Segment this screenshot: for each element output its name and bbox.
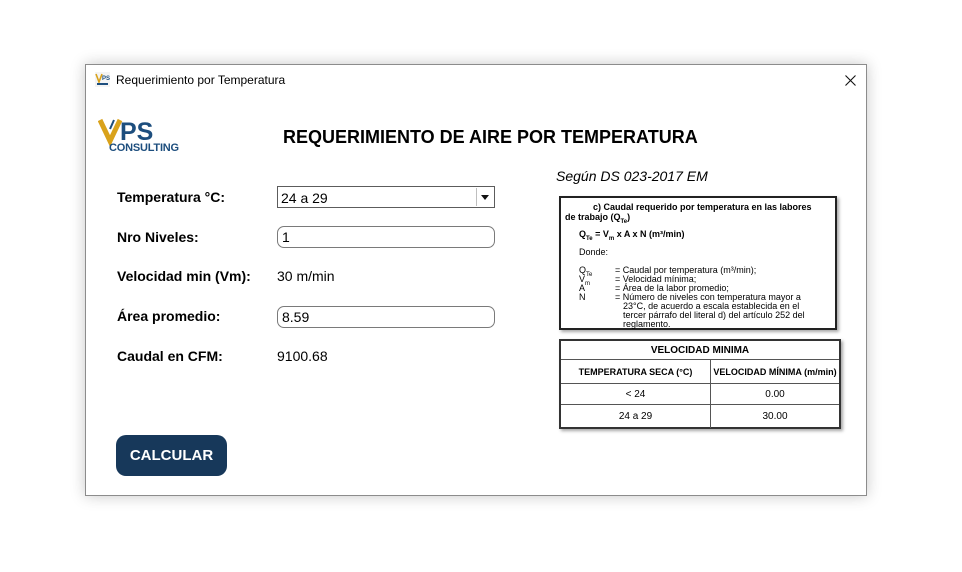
table-cell-temp: < 24 bbox=[561, 384, 711, 405]
reference-source: Según DS 023-2017 EM bbox=[556, 168, 708, 184]
table-row: 24 a 29 30.00 bbox=[561, 404, 839, 428]
table-header-temp: TEMPERATURA SECA (°C) bbox=[561, 360, 711, 384]
table-cell-temp: 24 a 29 bbox=[561, 405, 711, 428]
temperatura-select-value: 24 a 29 bbox=[281, 190, 328, 206]
table-row: < 24 0.00 bbox=[561, 383, 839, 405]
table-header-vel: VELOCIDAD MÍNIMA (m/min) bbox=[713, 367, 837, 377]
caudal-value: 9100.68 bbox=[277, 348, 328, 364]
close-button[interactable] bbox=[834, 65, 866, 95]
table-title: VELOCIDAD MINIMA bbox=[650, 344, 750, 356]
def-n-cont3: reglamento. bbox=[623, 319, 671, 329]
logo-text: CONSULTING bbox=[109, 142, 179, 154]
table-cell-vel: 0.00 bbox=[765, 389, 785, 400]
dropdown-arrow[interactable] bbox=[476, 188, 493, 206]
app-window: PS Requerimiento por Temperatura PS CONS… bbox=[85, 64, 867, 496]
title-bar: PS Requerimiento por Temperatura bbox=[86, 65, 866, 95]
excerpt-title-line1: c) Caudal requerido por temperatura en l… bbox=[593, 202, 812, 212]
velocidad-label: Velocidad min (Vm): bbox=[117, 268, 251, 284]
page-title: REQUERIMIENTO DE AIRE POR TEMPERATURA bbox=[283, 127, 698, 147]
area-input[interactable]: 8.59 bbox=[277, 306, 495, 328]
temperatura-select[interactable]: 24 a 29 bbox=[277, 186, 495, 208]
def-n: N bbox=[579, 292, 586, 302]
velocidad-value: 30 m/min bbox=[277, 268, 335, 284]
calcular-button[interactable]: CALCULAR bbox=[116, 435, 227, 476]
table-header-row: TEMPERATURA SECA (°C) VELOCIDAD MÍNIMA (… bbox=[561, 359, 839, 384]
excerpt-donde: Donde: bbox=[579, 247, 609, 257]
chevron-down-icon bbox=[481, 194, 489, 200]
svg-text:PS: PS bbox=[102, 76, 110, 82]
close-icon bbox=[844, 74, 856, 86]
excerpt-title-line2: de trabajo (QTe) bbox=[565, 212, 631, 225]
regulation-excerpt: c) Caudal requerido por temperatura en l… bbox=[559, 196, 837, 330]
window-title: Requerimiento por Temperatura bbox=[116, 73, 286, 87]
table-title-row: VELOCIDAD MINIMA bbox=[561, 341, 839, 359]
area-label: Área promedio: bbox=[117, 308, 221, 324]
caudal-label: Caudal en CFM: bbox=[117, 348, 223, 364]
app-icon: PS bbox=[95, 72, 110, 87]
velocidad-table: VELOCIDAD MINIMA TEMPERATURA SECA (°C) V… bbox=[559, 339, 841, 429]
excerpt-formula: QTe = Vm x A x N (m³/min) bbox=[579, 229, 685, 242]
temperatura-label: Temperatura °C: bbox=[117, 189, 226, 205]
niveles-label: Nro Niveles: bbox=[117, 229, 199, 245]
table-cell-vel: 30.00 bbox=[762, 411, 788, 422]
niveles-input[interactable]: 1 bbox=[277, 226, 495, 248]
